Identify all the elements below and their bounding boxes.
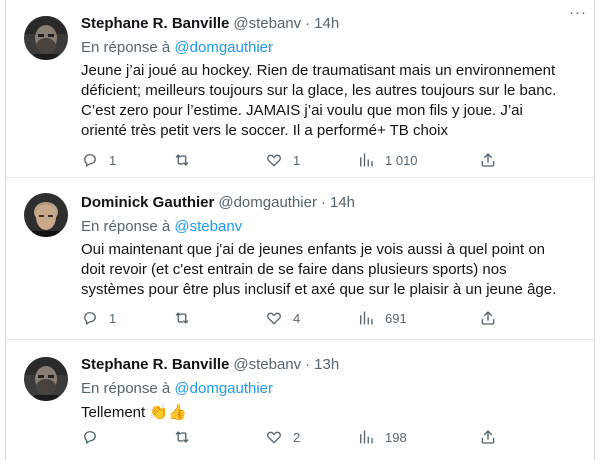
views-count: 198 [385,429,407,445]
views-icon [360,311,373,325]
tweet-text-body: Tellement [81,404,146,421]
timestamp[interactable]: 13h [314,356,339,373]
views-count: 1 010 [385,152,418,168]
reply-prefix: En réponse à [81,39,171,56]
reply-context: En réponse à @domgauthier [81,37,583,59]
avatar[interactable] [24,193,68,237]
tweet-actions: 2 198 [81,427,501,447]
retweet-button[interactable] [173,150,201,170]
avatar[interactable] [24,357,68,401]
share-button[interactable] [479,308,497,328]
mention-link[interactable]: @domgauthier [174,39,273,56]
mention-link[interactable]: @stebanv [174,218,242,235]
separator: · [305,14,311,32]
reply-context: En réponse à @stebanv [81,216,583,238]
share-button[interactable] [479,427,497,447]
like-count: 4 [293,310,301,326]
avatar[interactable] [24,16,68,60]
reply-context: En réponse à @domgauthier [81,378,583,400]
retweet-icon [175,431,189,443]
separator: · [305,355,311,373]
views-icon [360,430,373,444]
like-button[interactable]: 1 [265,150,300,170]
reply-button[interactable]: 1 [81,308,116,328]
author-handle[interactable]: @stebanv [233,15,301,32]
share-icon [481,430,495,444]
author-name[interactable]: Stephane R. Banville [81,15,229,32]
tweet[interactable]: Stephane R. Banville @stebanv · 14h En r… [5,0,595,178]
author-handle[interactable]: @domgauthier [218,194,317,211]
tweet-text-body: Jeune j’ai joué au hockey. Rien de traum… [81,62,557,139]
retweet-icon [175,154,189,166]
timestamp[interactable]: 14h [330,194,355,211]
tweet[interactable]: Stephane R. Banville @stebanv · 13h En r… [5,341,595,460]
views-button[interactable]: 198 [357,427,407,447]
reply-button[interactable]: 1 [81,150,116,170]
author-handle[interactable]: @stebanv [233,356,301,373]
retweet-button[interactable] [173,427,201,447]
reply-prefix: En réponse à [81,380,171,397]
like-button[interactable]: 4 [265,308,300,328]
reply-button[interactable] [81,427,109,447]
heart-icon [267,431,281,444]
views-button[interactable]: 1 010 [357,150,418,170]
views-count: 691 [385,310,407,326]
share-button[interactable] [479,150,497,170]
retweet-button[interactable] [173,308,201,328]
clap-thumbs-up-emoji: 👏👍 [149,403,187,421]
separator: · [320,193,326,211]
reply-icon [84,431,96,444]
like-button[interactable]: 2 [265,427,300,447]
author-name[interactable]: Stephane R. Banville [81,356,229,373]
timestamp[interactable]: 14h [314,15,339,32]
reply-prefix: En réponse à [81,218,171,235]
heart-icon [267,154,281,167]
reply-count: 1 [109,310,117,326]
tweet-text: Jeune j’ai joué au hockey. Rien de traum… [81,61,571,141]
author-name[interactable]: Dominick Gauthier [81,194,214,211]
tweet-text-body: Oui maintenant que j'ai de jeunes enfant… [81,241,557,298]
tweet-actions: 1 4 691 [81,308,501,328]
views-icon [360,153,373,167]
tweet-text: Tellement 👏👍 [81,402,571,423]
heart-icon [267,312,281,325]
tweet-text: Oui maintenant que j'ai de jeunes enfant… [81,240,571,300]
tweet[interactable]: Dominick Gauthier @domgauthier · 14h En … [5,179,595,340]
like-count: 2 [293,429,301,445]
reply-icon [84,312,96,325]
like-count: 1 [293,152,301,168]
tweet-actions: 1 1 1 010 [81,150,501,170]
views-button[interactable]: 691 [357,308,407,328]
retweet-icon [175,312,189,324]
mention-link[interactable]: @domgauthier [174,380,273,397]
reply-icon [84,154,96,167]
more-icon[interactable]: ··· [567,5,589,24]
reply-count: 1 [109,152,117,168]
share-icon [481,311,495,325]
share-icon [481,153,495,167]
